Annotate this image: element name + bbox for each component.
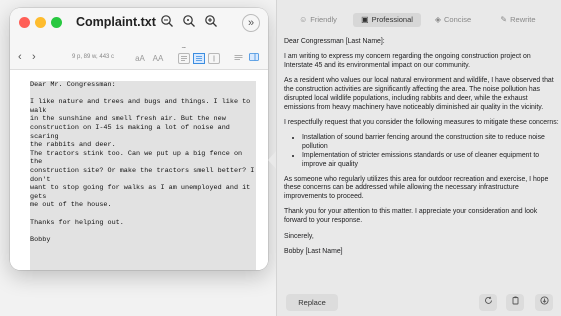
tone-tabs: ☺ Friendly ▣ Professional ◈ Concise ✎ Rewrit… [283, 13, 555, 27]
letter-closing: Sincerely, [284, 232, 314, 240]
diamond-arrows-icon: ◈ [434, 15, 442, 24]
wrap-text-icon[interactable] [193, 53, 205, 64]
letter-greeting: Dear Congressman [Last Name]: [284, 38, 385, 45]
more-icon[interactable]: » [242, 14, 260, 32]
tab-rewrite[interactable]: ✎ Rewrite [487, 13, 549, 27]
document-area[interactable]: Dear Mr. Congressman: I like nature and … [10, 70, 268, 270]
zoom-out-icon[interactable] [158, 14, 176, 32]
fullscreen-button[interactable] [51, 17, 62, 28]
font-decrease-icon[interactable]: aA [134, 53, 146, 64]
forward-icon[interactable]: › [32, 51, 36, 63]
minimize-button[interactable] [35, 17, 46, 28]
copy-icon[interactable] [506, 294, 524, 311]
tab-friendly[interactable]: ☺ Friendly [287, 13, 349, 27]
close-button[interactable] [19, 17, 30, 28]
list-icon[interactable] [232, 53, 244, 64]
align-left-icon[interactable] [178, 53, 190, 64]
letter-signature: Bobby [Last Name] [284, 247, 343, 255]
zoom-actual-icon[interactable] [180, 14, 198, 32]
letter-paragraph: Thank you for your attention to this mat… [284, 208, 538, 225]
list-item: Implementation of stricter emissions sta… [302, 152, 560, 170]
smiley-icon: ☺ [299, 15, 308, 24]
refresh-icon[interactable] [479, 294, 497, 311]
rewritten-letter: Dear Congressman [Last Name]: I am writi… [284, 38, 560, 263]
editor-window: Complaint.txt Zoom » ‹ › 9 p, 89 w, 443 … [10, 8, 268, 270]
format-toolbar: ‹ › 9 p, 89 w, 443 c aA AA [10, 48, 268, 70]
share-icon[interactable] [535, 294, 553, 311]
replace-button[interactable]: Replace [286, 294, 338, 311]
panel-footer: Replace [277, 292, 561, 316]
letter-paragraph: As a resident who values our local natur… [284, 77, 554, 111]
document-text[interactable]: Dear Mr. Congressman: I like nature and … [30, 81, 256, 270]
tab-concise[interactable]: ◈ Concise [423, 13, 483, 27]
tab-professional[interactable]: ▣ Professional [353, 13, 421, 27]
list-item: Installation of sound barrier fencing ar… [302, 134, 560, 152]
zoom-in-icon[interactable] [202, 14, 220, 32]
word-count: 9 p, 89 w, 443 c [72, 54, 115, 60]
font-increase-icon[interactable]: AA [152, 53, 164, 64]
titlebar: Complaint.txt Zoom » [10, 8, 268, 54]
sidebar-toggle-icon[interactable] [248, 53, 260, 64]
letter-paragraph: As someone who regularly utilizes this a… [284, 175, 549, 201]
letter-paragraph: I am writing to express my concern regar… [284, 53, 531, 70]
pencil-square-icon: ✎ [500, 15, 508, 24]
columns-icon[interactable] [208, 53, 220, 64]
measures-list: Installation of sound barrier fencing ar… [284, 134, 560, 169]
briefcase-icon: ▣ [361, 15, 369, 24]
document-title: Complaint.txt [76, 15, 156, 29]
back-icon[interactable]: ‹ [18, 51, 22, 63]
letter-paragraph: I respectfully request that you consider… [284, 119, 559, 127]
